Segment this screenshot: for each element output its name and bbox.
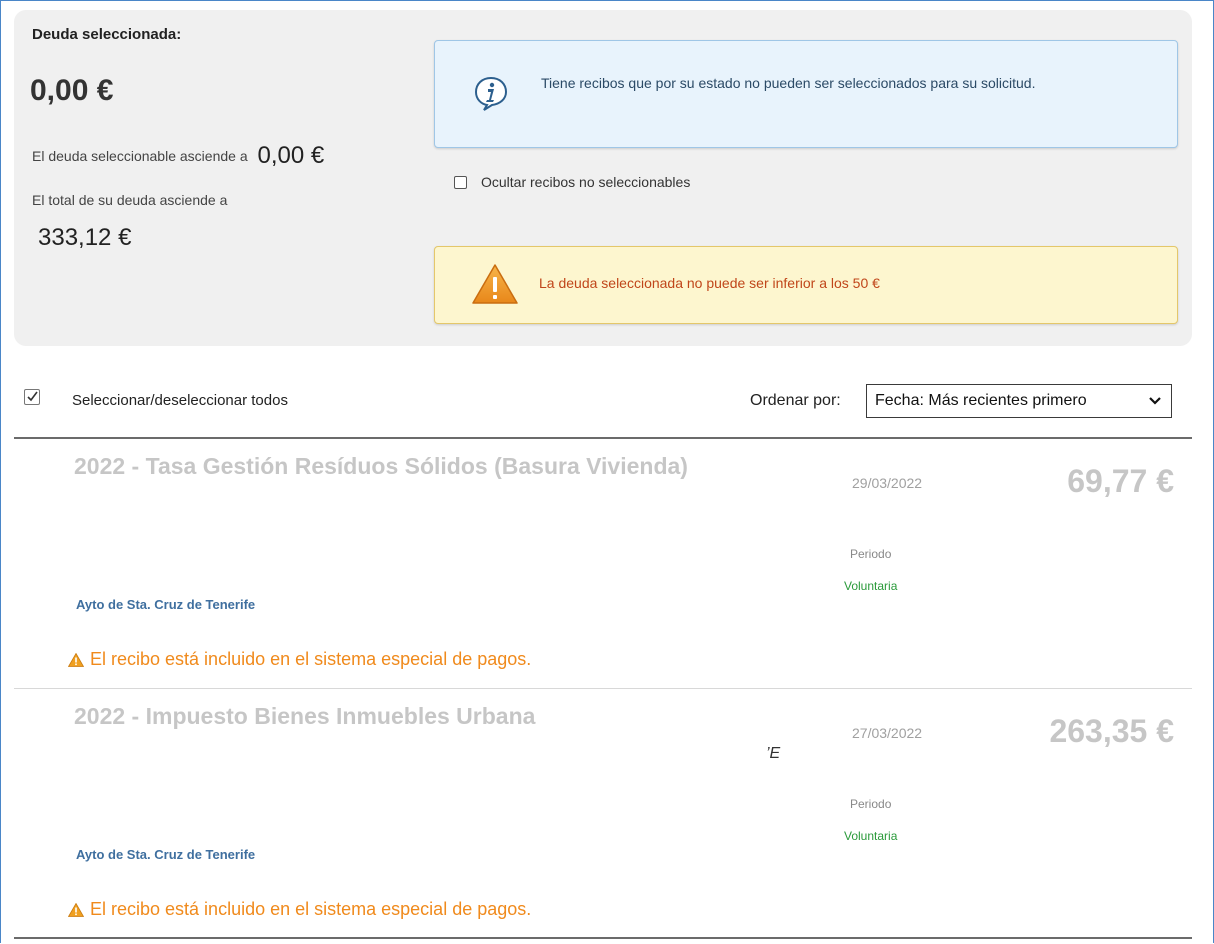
selectable-debt-row: El deuda seleccionable asciende a 0,00 € [32,140,325,169]
selected-debt-amount: 0,00 € [30,74,114,107]
selectable-debt-amount: 0,00 € [257,142,325,169]
receipt-title: 2022 - Tasa Gestión Resíduos Sólidos (Ba… [74,453,688,479]
receipt-alert: El recibo está incluido en el sistema es… [68,649,531,670]
receipt-item: 2022 - Impuesto Bienes Inmuebles Urbana … [14,689,1192,937]
receipt-amount: 69,77 € [1067,463,1174,499]
receipt-alert-text: El recibo está incluido en el sistema es… [90,899,532,919]
chevron-down-icon [1149,385,1161,429]
select-all-label[interactable]: Seleccionar/deseleccionar todos [72,392,288,409]
checkmark-icon [27,391,38,402]
debt-summary-panel: Deuda seleccionada: 0,00 € El deuda sele… [14,10,1192,346]
receipt-period-type: Voluntaria [844,579,898,593]
info-icon [474,76,508,111]
info-notice-text: Tiene recibos que por su estado no puede… [541,75,1036,91]
receipt-entity: Ayto de Sta. Cruz de Tenerife [76,847,256,862]
info-notice: Tiene recibos que por su estado no puede… [434,40,1178,148]
receipt-entity: Ayto de Sta. Cruz de Tenerife [76,597,256,612]
hide-unselectable-label[interactable]: Ocultar recibos no seleccionables [481,174,690,190]
receipt-title: 2022 - Impuesto Bienes Inmuebles Urbana [74,703,536,729]
selectable-debt-label: El deuda seleccionable asciende a [32,148,248,164]
receipt-period-label: Periodo [850,797,892,811]
receipt-item: 2022 - Tasa Gestión Resíduos Sólidos (Ba… [14,439,1192,687]
receipt-date: 29/03/2022 [852,475,923,491]
warning-icon [68,902,84,917]
receipt-alert-text: El recibo está incluido en el sistema es… [90,649,532,669]
list-bottom-divider [14,937,1192,939]
hide-unselectable-checkbox[interactable] [454,175,467,189]
order-by-label: Ordenar por: [750,392,841,409]
hide-unselectable-row[interactable]: Ocultar recibos no seleccionables [454,174,690,190]
warning-icon [472,264,518,304]
order-by-selected-value: Fecha: Más recientes primero [875,392,1087,409]
total-debt-label: El total de su deuda asciende a [32,192,228,208]
receipt-alert: El recibo está incluido en el sistema es… [68,899,531,920]
warning-notice: La deuda seleccionada no puede ser infer… [434,246,1178,324]
receipt-amount: 263,35 € [1049,713,1174,749]
warning-icon [68,652,84,667]
receipt-period-type: Voluntaria [844,829,898,843]
selected-debt-label: Deuda seleccionada: [32,26,182,43]
receipt-period-label: Periodo [850,547,892,561]
receipt-date: 27/03/2022 [852,725,923,741]
order-by-select[interactable]: Fecha: Más recientes primero [866,384,1172,418]
stray-text-fragment: ’E [766,745,781,762]
total-debt-amount: 333,12 € [38,224,132,251]
select-all-checkbox[interactable] [24,389,40,405]
warning-notice-text: La deuda seleccionada no puede ser infer… [539,275,880,291]
